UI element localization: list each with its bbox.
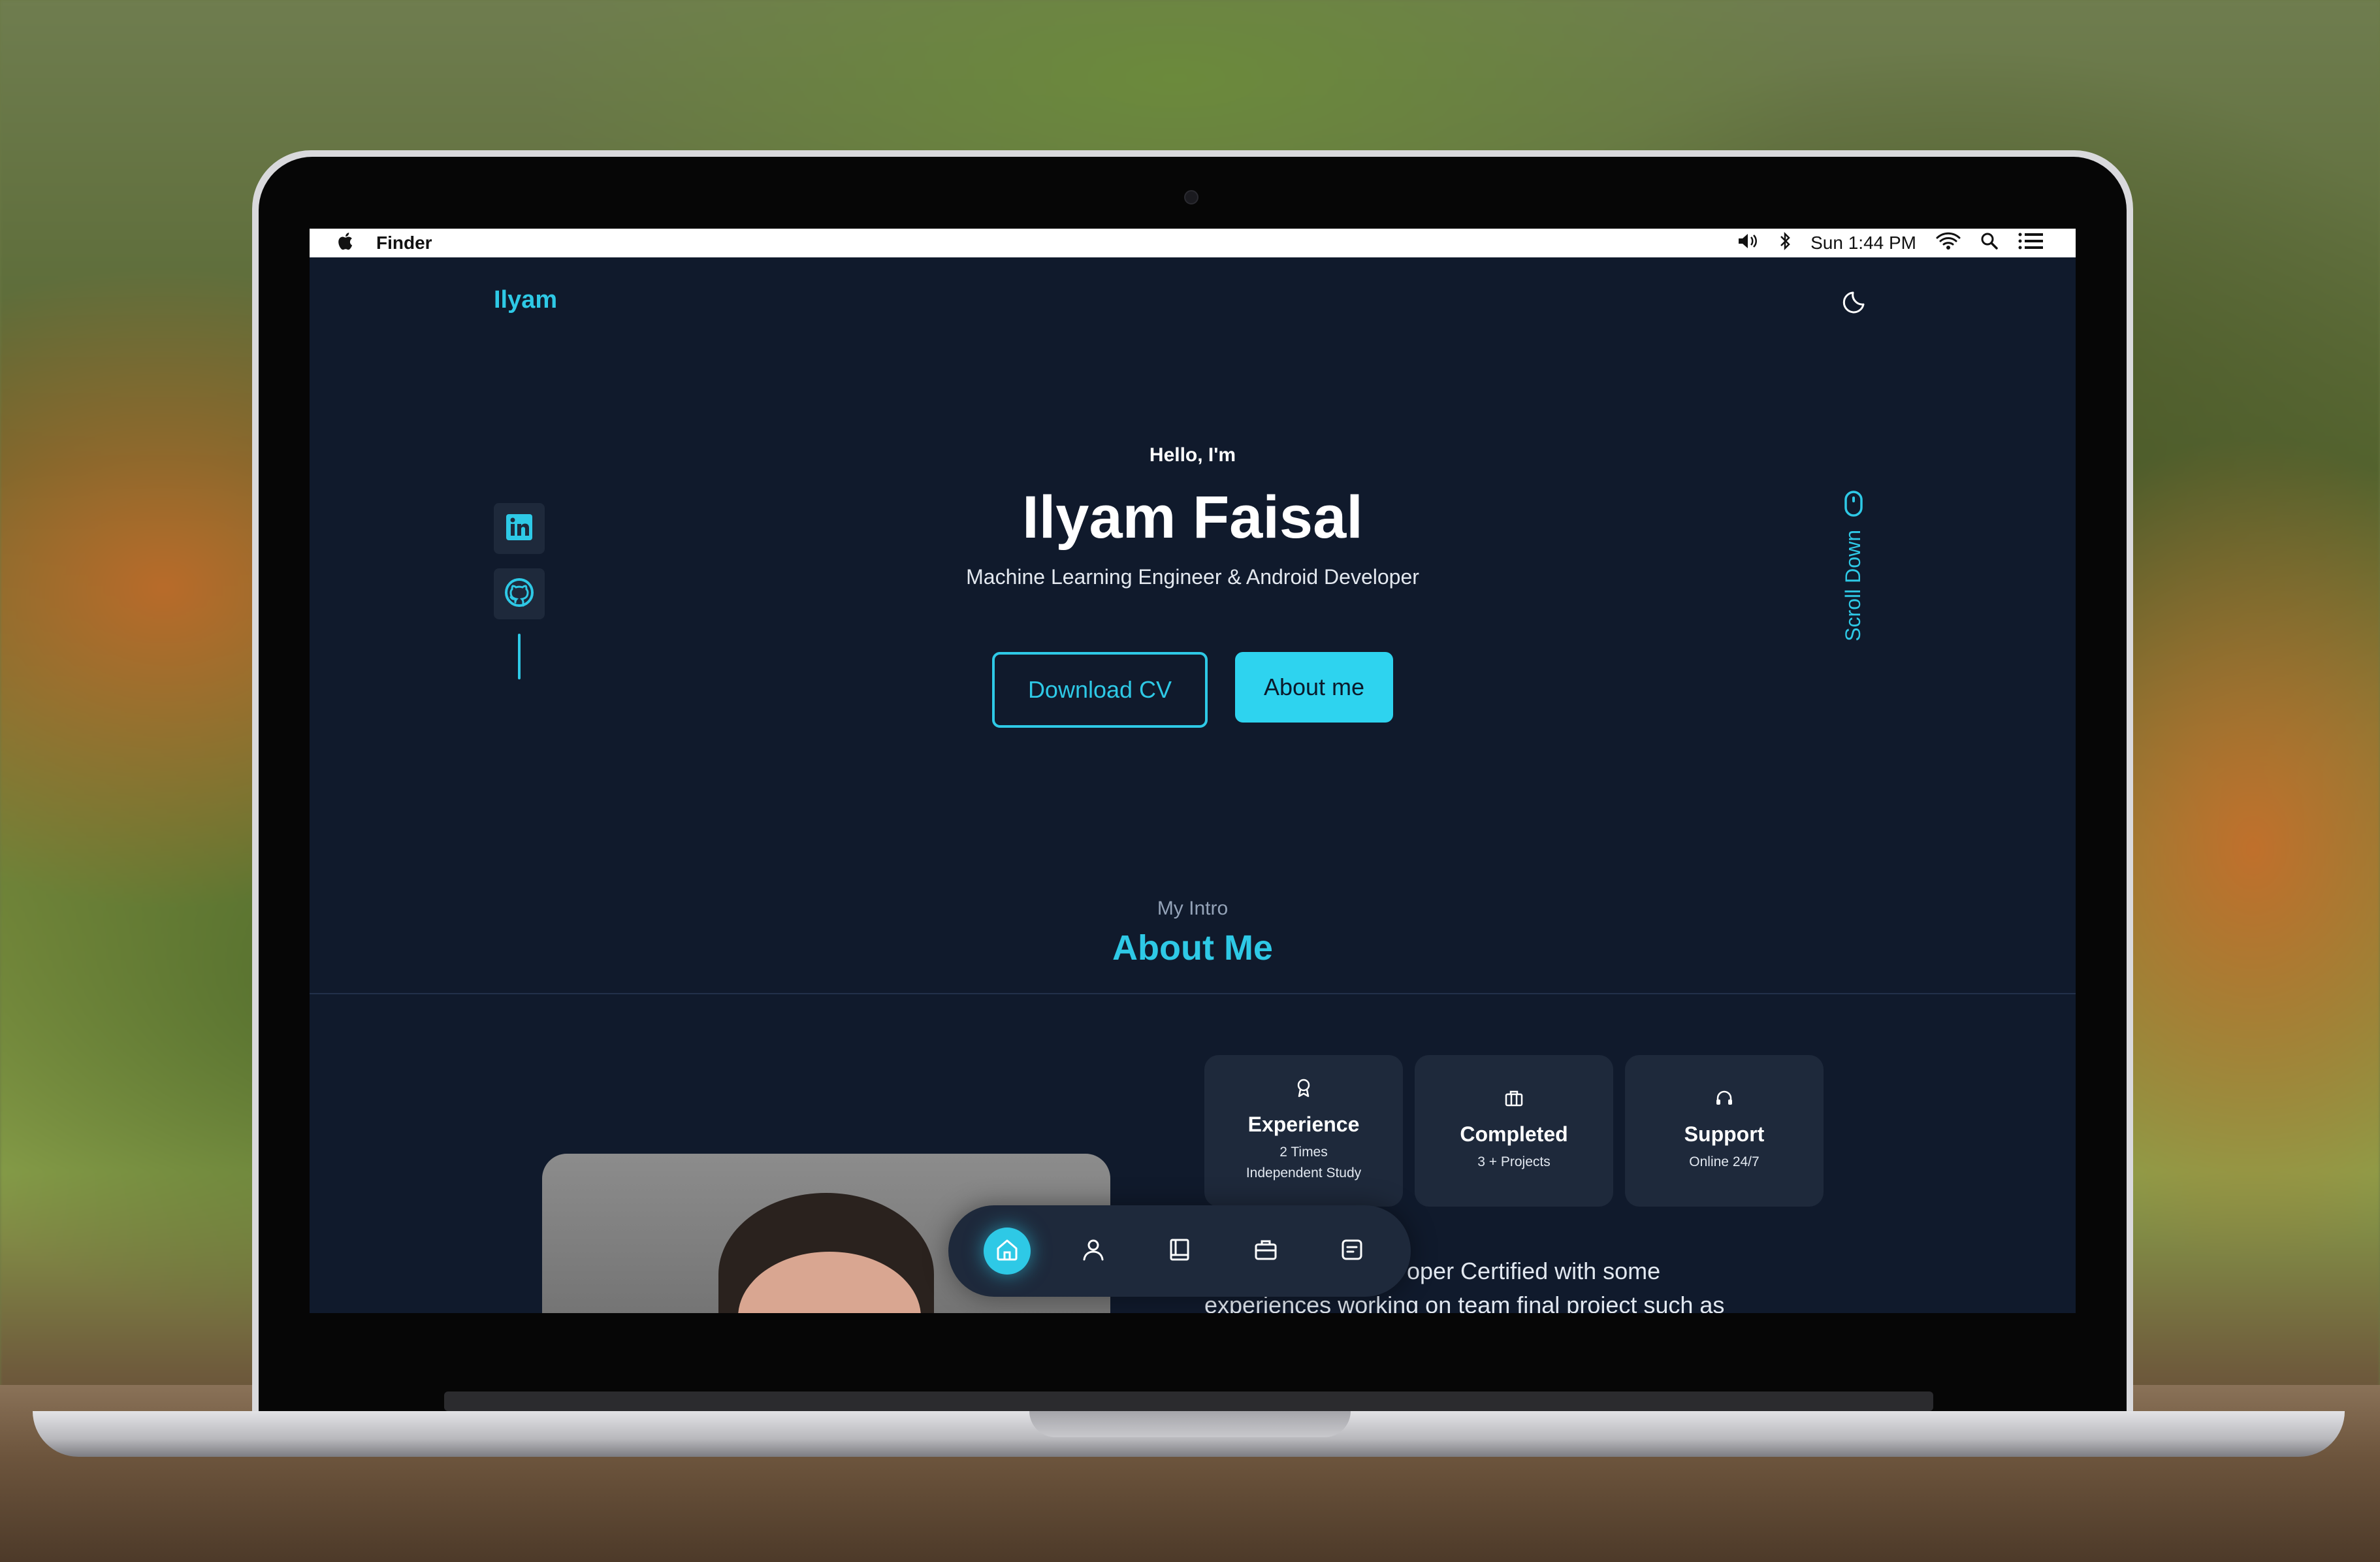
spotlight-search-icon[interactable] <box>1980 232 1999 255</box>
about-stats: Experience 2 Times Independent Study Com… <box>1204 1055 1824 1207</box>
laptop-base-notch <box>1029 1411 1351 1437</box>
macos-menubar: Finder Sun 1:44 PM <box>310 229 2076 257</box>
laptop-hinge <box>444 1391 1933 1411</box>
nav-skills[interactable] <box>1156 1228 1203 1275</box>
stat-subtitle: 3 + Projects <box>1477 1154 1551 1169</box>
section-subtitle: My Intro <box>1157 898 1229 919</box>
stat-card-experience: Experience 2 Times Independent Study <box>1204 1055 1403 1207</box>
stat-card-completed: Completed 3 + Projects <box>1415 1055 1613 1207</box>
user-icon <box>1080 1237 1106 1266</box>
stat-card-support: Support Online 24/7 <box>1625 1055 1824 1207</box>
stat-subtitle-line: 2 Times <box>1279 1145 1328 1160</box>
download-cv-button[interactable]: Download CV <box>992 652 1208 728</box>
moon-icon[interactable] <box>1841 286 1871 316</box>
award-icon <box>1295 1078 1312 1101</box>
message-icon <box>1339 1237 1365 1266</box>
stat-title: Experience <box>1247 1113 1360 1136</box>
section-title: About Me <box>1112 928 1273 968</box>
briefcase-icon <box>1504 1089 1524 1111</box>
control-center-icon[interactable] <box>2018 232 2044 255</box>
apple-icon[interactable] <box>336 231 354 256</box>
stat-subtitle: 2 Times Independent Study <box>1246 1142 1361 1184</box>
webcam <box>1184 190 1198 204</box>
stat-title: Support <box>1684 1122 1765 1146</box>
laptop-screen: Finder Sun 1:44 PM Ilyam Scroll Down Hel… <box>310 229 2076 1313</box>
nav-about[interactable] <box>1070 1228 1117 1275</box>
bluetooth-icon[interactable] <box>1779 231 1791 255</box>
site-logo[interactable]: Ilyam <box>494 286 557 314</box>
menubar-app-name[interactable]: Finder <box>376 233 432 253</box>
hero-buttons: Download CV About me <box>310 652 2076 728</box>
section-divider <box>310 993 2076 994</box>
stat-title: Completed <box>1460 1122 1568 1146</box>
briefcase-icon <box>1253 1237 1279 1266</box>
volume-icon[interactable] <box>1737 232 1760 255</box>
home-icon <box>994 1237 1020 1266</box>
menubar-clock[interactable]: Sun 1:44 PM <box>1810 233 1916 253</box>
hero-name: Ilyam Faisal <box>1022 484 1363 551</box>
nav-contact[interactable] <box>1328 1228 1375 1275</box>
hero-greeting: Hello, I'm <box>1149 444 1236 466</box>
nav-home[interactable] <box>984 1228 1031 1275</box>
bottom-navigation <box>948 1205 1411 1297</box>
book-icon <box>1166 1237 1193 1266</box>
about-me-button[interactable]: About me <box>1235 652 1393 723</box>
headset-icon <box>1714 1089 1734 1111</box>
stat-subtitle-line: Independent Study <box>1246 1165 1362 1180</box>
stat-subtitle: Online 24/7 <box>1689 1154 1760 1169</box>
hero-subtitle: Machine Learning Engineer & Android Deve… <box>966 565 1419 589</box>
wifi-icon[interactable] <box>1936 231 1961 255</box>
nav-portfolio[interactable] <box>1242 1228 1289 1275</box>
